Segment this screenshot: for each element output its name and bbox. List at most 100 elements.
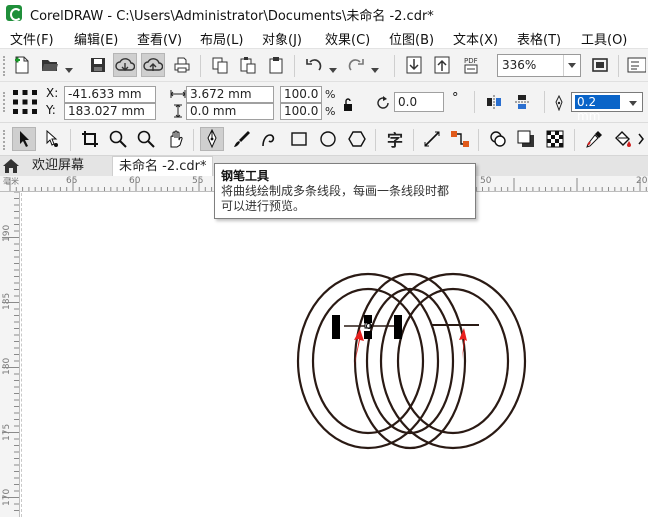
ruler-v-ticks [2, 192, 19, 511]
zoom-level-combo[interactable]: 336% [497, 54, 581, 77]
toolbox-more-icon[interactable] [636, 127, 648, 151]
import-icon[interactable] [402, 53, 426, 77]
fill-tool-icon[interactable] [611, 127, 635, 151]
title-bar: CorelDRAW - C:\Users\Administrator\Docum… [0, 0, 648, 27]
mirror-vertical-icon[interactable] [510, 90, 534, 114]
tab-document[interactable]: 未命名 -2.cdr* [112, 156, 214, 176]
toolbox: 字 [0, 123, 648, 156]
lock-ratio-icon[interactable] [342, 98, 354, 112]
zoom-level-value[interactable]: 336% [502, 58, 536, 72]
selection-handle [332, 331, 340, 339]
selection-handle [394, 331, 402, 339]
mirror-horizontal-icon[interactable] [482, 90, 506, 114]
artistic-media-icon[interactable] [230, 127, 254, 151]
text-tool-icon[interactable]: 字 [383, 127, 407, 151]
polygon-tool-icon[interactable] [345, 127, 369, 151]
cloud-download-icon[interactable] [113, 53, 137, 77]
copy-icon[interactable] [208, 53, 232, 77]
toolbar-grip[interactable] [3, 56, 6, 76]
shape-tool-icon[interactable] [40, 127, 64, 151]
connector-tool-icon[interactable] [448, 127, 472, 151]
toolbox-grip[interactable] [3, 130, 6, 150]
svg-text:PDF: PDF [464, 57, 478, 65]
transparency-tool-icon[interactable] [543, 127, 567, 151]
ellipse-outer-center[interactable] [353, 272, 467, 450]
pdf-icon[interactable]: PDF [459, 53, 483, 77]
clipboard-icon[interactable] [264, 53, 288, 77]
outline-width-icon [552, 95, 566, 111]
menu-tools[interactable]: 工具(O) [581, 29, 627, 48]
tooltip-desc-line: 将曲线绘制成多条线段，每画一条线段时都 [221, 184, 450, 198]
coreldraw-logo-icon [6, 5, 22, 21]
open-dropdown-icon[interactable] [60, 53, 73, 77]
paste-icon[interactable] [236, 53, 260, 77]
home-icon[interactable] [2, 158, 20, 174]
undo-icon[interactable] [302, 53, 326, 77]
zoom-tool-icon[interactable] [106, 127, 130, 151]
crop-tool-icon[interactable] [78, 127, 102, 151]
standard-toolbar: PDF 336% [0, 48, 648, 82]
contour-tool-icon[interactable] [486, 127, 510, 151]
menu-object[interactable]: 对象(J) [262, 29, 302, 48]
tooltip-title: 钢笔工具 [221, 169, 270, 183]
height-field[interactable]: 0.0 mm [186, 103, 274, 120]
new-document-icon[interactable] [10, 53, 34, 77]
object-origin-icon[interactable] [12, 89, 38, 115]
print-icon[interactable] [170, 53, 194, 77]
open-icon[interactable] [38, 53, 62, 77]
redo-dropdown-icon[interactable] [366, 53, 379, 77]
rotation-field[interactable]: 0.0 [394, 92, 444, 112]
outline-width-combo[interactable]: 0.2 mm [571, 92, 643, 123]
pen-tool-icon[interactable] [200, 127, 224, 151]
pan-tool-icon[interactable] [163, 127, 187, 151]
undo-dropdown-icon[interactable] [324, 53, 337, 77]
save-icon[interactable] [86, 53, 110, 77]
outline-width-dropdown-icon[interactable] [625, 93, 642, 111]
rectangle-tool-icon[interactable] [287, 127, 311, 151]
scale-x-percent: % [325, 88, 336, 101]
scale-x-field[interactable]: 100.0 [280, 86, 322, 103]
propbar-grip[interactable] [3, 92, 6, 112]
selection-handle [332, 323, 340, 331]
cloud-upload-icon[interactable] [141, 53, 165, 77]
x-position-field[interactable]: -41.633 mm [64, 86, 156, 103]
drawing-canvas[interactable] [21, 193, 648, 517]
property-bar: X: -41.633 mm Y: 183.027 mm 3.672 mm 0.0… [0, 82, 648, 123]
options-icon[interactable] [624, 53, 648, 77]
menu-layout[interactable]: 布局(L) [200, 29, 243, 48]
menu-table[interactable]: 表格(T) [517, 29, 561, 48]
full-screen-icon[interactable] [588, 53, 612, 77]
zoom-dropdown-icon[interactable] [563, 55, 580, 76]
ellipse-tool-icon[interactable] [316, 127, 340, 151]
menu-edit[interactable]: 编辑(E) [74, 29, 118, 48]
menu-view[interactable]: 查看(V) [137, 29, 182, 48]
shadow-tool-icon[interactable] [514, 127, 538, 151]
scale-y-percent: % [325, 105, 336, 118]
tab-welcome-screen[interactable]: 欢迎屏幕 [26, 156, 90, 176]
selection-handle [394, 315, 402, 323]
vertical-ruler[interactable]: 190 185 180 175 170 [0, 192, 20, 517]
menu-effects[interactable]: 效果(C) [325, 29, 370, 48]
x-label: X: [46, 86, 59, 100]
eyedropper-tool-icon[interactable] [582, 127, 606, 151]
menu-text[interactable]: 文本(X) [453, 29, 498, 48]
export-icon[interactable] [430, 53, 454, 77]
y-position-field[interactable]: 183.027 mm [64, 103, 156, 120]
ellipse-group[interactable] [296, 272, 527, 450]
selection-handle [364, 315, 372, 323]
menu-file[interactable]: 文件(F) [10, 29, 54, 48]
dimension-tool-icon[interactable] [420, 127, 444, 151]
rotation-icon [374, 94, 392, 112]
selection-handles[interactable] [332, 315, 402, 339]
drawing-svg[interactable] [21, 193, 648, 517]
spiral-tool-icon[interactable] [258, 127, 282, 151]
selection-handle [394, 323, 402, 331]
outline-width-value[interactable]: 0.2 mm [575, 95, 620, 123]
menu-bitmaps[interactable]: 位图(B) [389, 29, 434, 48]
width-field[interactable]: 3.672 mm [186, 86, 274, 103]
y-label: Y: [46, 103, 56, 117]
redo-icon[interactable] [344, 53, 368, 77]
pick-tool-icon[interactable] [12, 127, 36, 151]
zoom-out-icon[interactable] [134, 127, 158, 151]
scale-y-field[interactable]: 100.0 [280, 103, 322, 120]
